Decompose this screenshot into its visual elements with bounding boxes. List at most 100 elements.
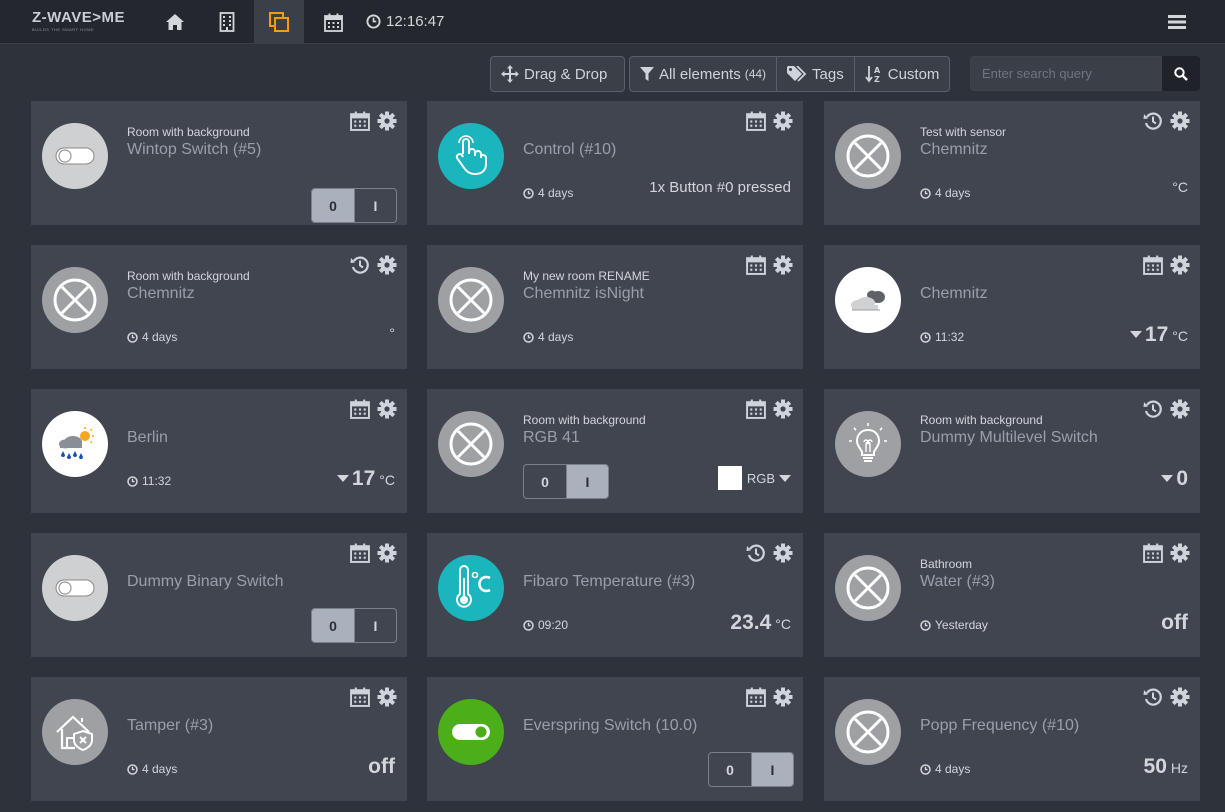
switch-off-button[interactable]: 0 xyxy=(709,753,751,786)
gear-icon[interactable] xyxy=(1170,399,1190,419)
gear-icon[interactable] xyxy=(773,543,793,563)
gear-icon[interactable] xyxy=(377,255,397,275)
card-title[interactable]: Tamper (#3) xyxy=(127,717,213,735)
switch-on-button[interactable]: I xyxy=(354,609,396,642)
card-title[interactable]: Chemnitz xyxy=(920,285,988,303)
search-button[interactable] xyxy=(1162,56,1200,91)
svg-text:Z: Z xyxy=(874,75,880,83)
card-title[interactable]: Berlin xyxy=(127,429,168,447)
main-menu-button[interactable] xyxy=(1163,8,1191,36)
calendar-icon[interactable] xyxy=(350,399,370,419)
caret-down-icon[interactable] xyxy=(1161,475,1174,482)
calendar-icon[interactable] xyxy=(1143,255,1163,275)
caret-down-icon[interactable] xyxy=(336,475,349,482)
caret-down-icon[interactable] xyxy=(779,474,791,482)
element-card[interactable]: Room with background Wintop Switch (#5) … xyxy=(31,101,407,225)
card-title[interactable]: Control (#10) xyxy=(523,141,616,159)
history-icon[interactable] xyxy=(1143,399,1163,419)
switch-on-button[interactable]: I xyxy=(566,465,608,498)
move-arrows-icon xyxy=(501,65,519,83)
history-icon[interactable] xyxy=(350,255,370,275)
element-card[interactable]: Popp Frequency (#10) 4 days 50 Hz xyxy=(824,677,1200,801)
element-card[interactable]: Berlin 11:32 17 °C xyxy=(31,389,407,513)
custom-sort-label: Custom xyxy=(887,65,940,83)
sort-alpha-icon: AZ xyxy=(865,66,881,83)
switch-on-icon xyxy=(438,699,504,765)
search-input[interactable] xyxy=(970,56,1162,91)
history-icon[interactable] xyxy=(1143,111,1163,131)
element-card[interactable]: Bathroom Water (#3) Yesterday off xyxy=(824,533,1200,657)
gear-icon[interactable] xyxy=(377,111,397,131)
svg-text:A: A xyxy=(874,66,881,75)
clock-icon xyxy=(366,13,381,29)
gear-icon[interactable] xyxy=(1170,543,1190,563)
switch-off-button[interactable]: 0 xyxy=(312,609,354,642)
element-card[interactable]: Fibaro Temperature (#3) 09:20 23.4 °C xyxy=(427,533,803,657)
logo[interactable]: Z-WAVE>ME BUILDS THE SMART HOME xyxy=(32,10,132,34)
switch-off-button[interactable]: 0 xyxy=(312,189,354,222)
no-icon xyxy=(438,267,504,333)
card-title[interactable]: Popp Frequency (#10) xyxy=(920,717,1079,735)
calendar-icon[interactable] xyxy=(746,111,766,131)
rgb-picker[interactable]: RGB xyxy=(717,466,791,490)
switch-on-button[interactable]: I xyxy=(751,753,793,786)
clock: 12:16:47 xyxy=(366,11,444,31)
nav-elements[interactable] xyxy=(254,0,304,44)
tags-button[interactable]: Tags xyxy=(777,57,855,91)
element-card[interactable]: My new room RENAME Chemnitz isNight 4 da… xyxy=(427,245,803,369)
calendar-icon[interactable] xyxy=(350,687,370,707)
card-level: 17 °C xyxy=(1129,323,1188,347)
switch-off-button[interactable]: 0 xyxy=(524,465,566,498)
card-title[interactable]: Wintop Switch (#5) xyxy=(127,141,261,159)
gear-icon[interactable] xyxy=(773,687,793,707)
gear-icon[interactable] xyxy=(377,399,397,419)
nav-home[interactable] xyxy=(150,0,200,44)
card-level: 17 °C xyxy=(336,467,395,491)
card-title[interactable]: Water (#3) xyxy=(920,573,995,591)
element-card[interactable]: Room with background Dummy Multilevel Sw… xyxy=(824,389,1200,513)
card-title[interactable]: Dummy Binary Switch xyxy=(127,573,283,591)
calendar-icon[interactable] xyxy=(350,111,370,131)
card-title[interactable]: Chemnitz xyxy=(920,141,988,159)
gear-icon[interactable] xyxy=(377,543,397,563)
custom-sort-button[interactable]: AZ Custom xyxy=(855,57,950,91)
element-card[interactable]: Room with background RGB 41 0 I RGB xyxy=(427,389,803,513)
card-title[interactable]: Fibaro Temperature (#3) xyxy=(523,573,695,591)
element-card[interactable]: Dummy Binary Switch 0 I xyxy=(31,533,407,657)
card-title[interactable]: Chemnitz xyxy=(127,285,195,303)
card-update-time: 09:20 xyxy=(523,618,568,632)
switch-on-button[interactable]: I xyxy=(354,189,396,222)
card-title[interactable]: Chemnitz isNight xyxy=(523,285,644,303)
card-title[interactable]: Everspring Switch (10.0) xyxy=(523,717,697,735)
gear-icon[interactable] xyxy=(773,399,793,419)
calendar-icon[interactable] xyxy=(746,399,766,419)
element-card[interactable]: Everspring Switch (10.0) 0 I xyxy=(427,677,803,801)
card-title[interactable]: Dummy Multilevel Switch xyxy=(920,429,1098,447)
caret-down-icon[interactable] xyxy=(1129,331,1142,338)
calendar-icon[interactable] xyxy=(350,543,370,563)
nav-buildings[interactable] xyxy=(202,0,252,44)
history-icon[interactable] xyxy=(746,543,766,563)
history-icon[interactable] xyxy=(1143,687,1163,707)
gear-icon[interactable] xyxy=(1170,255,1190,275)
calendar-icon[interactable] xyxy=(1143,543,1163,563)
element-card[interactable]: Room with background Chemnitz 4 days ° xyxy=(31,245,407,369)
calendar-icon[interactable] xyxy=(746,255,766,275)
element-card[interactable]: Chemnitz 11:32 17 °C xyxy=(824,245,1200,369)
element-card[interactable]: Test with sensor Chemnitz 4 days °C xyxy=(824,101,1200,225)
drag-drop-button[interactable]: Drag & Drop xyxy=(490,56,625,92)
nav-events[interactable] xyxy=(308,0,358,44)
gear-icon[interactable] xyxy=(377,687,397,707)
gear-icon[interactable] xyxy=(773,255,793,275)
color-swatch[interactable] xyxy=(717,466,742,490)
gear-icon[interactable] xyxy=(1170,687,1190,707)
element-card[interactable]: Tamper (#3) 4 days off xyxy=(31,677,407,801)
gear-icon[interactable] xyxy=(1170,111,1190,131)
all-elements-count: (44) xyxy=(744,67,767,81)
card-room: Room with background xyxy=(127,125,250,139)
element-card[interactable]: Control (#10) 4 days 1x Button #0 presse… xyxy=(427,101,803,225)
card-title[interactable]: RGB 41 xyxy=(523,429,580,447)
calendar-icon[interactable] xyxy=(746,687,766,707)
gear-icon[interactable] xyxy=(773,111,793,131)
all-elements-button[interactable]: All elements (44) xyxy=(630,57,778,91)
